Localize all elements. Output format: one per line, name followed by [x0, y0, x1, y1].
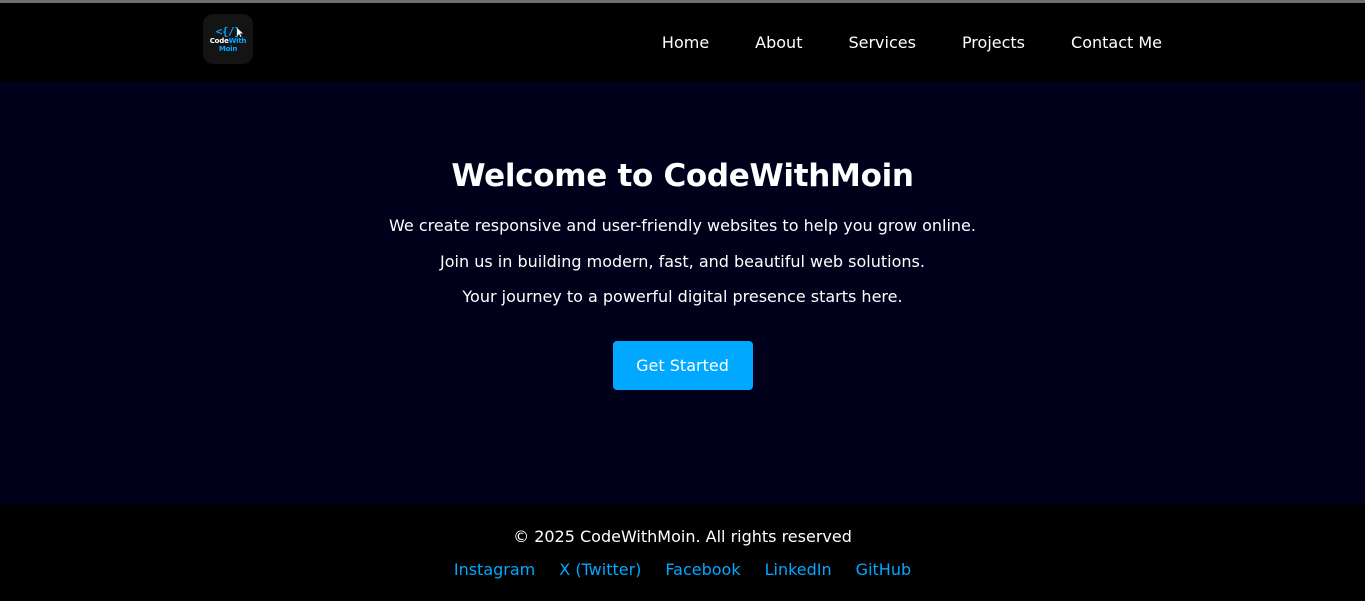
copyright-text: © 2025 CodeWithMoin. All rights reserved — [513, 527, 852, 546]
logo-text: CodeWith Moin — [209, 36, 247, 53]
site-footer: © 2025 CodeWithMoin. All rights reserved… — [0, 505, 1365, 601]
nav-services-link[interactable]: Services — [848, 33, 915, 52]
get-started-button[interactable]: Get Started — [612, 341, 753, 390]
nav-contact-link[interactable]: Contact Me — [1071, 33, 1162, 52]
nav-about-link[interactable]: About — [755, 33, 802, 52]
site-header: <{/} CodeWith Moin Home About Services P… — [0, 3, 1365, 82]
site-logo[interactable]: <{/} CodeWith Moin — [203, 14, 253, 64]
hero-title: Welcome to CodeWithMoin — [451, 158, 914, 194]
instagram-link[interactable]: Instagram — [454, 560, 535, 580]
main-nav: Home About Services Projects Contact Me — [662, 3, 1162, 82]
nav-home-link[interactable]: Home — [662, 33, 709, 52]
social-links: Instagram X (Twitter) Facebook LinkedIn … — [454, 560, 911, 580]
linkedin-link[interactable]: LinkedIn — [765, 560, 832, 580]
facebook-link[interactable]: Facebook — [665, 560, 740, 580]
hero-text-line: Your journey to a powerful digital prese… — [462, 287, 903, 306]
nav-projects-link[interactable]: Projects — [962, 33, 1025, 52]
cursor-icon — [237, 28, 243, 37]
twitter-link[interactable]: X (Twitter) — [559, 560, 641, 580]
hero-section: Welcome to CodeWithMoin We create respon… — [0, 82, 1365, 505]
github-link[interactable]: GitHub — [856, 560, 911, 580]
hero-text-line: We create responsive and user-friendly w… — [389, 216, 976, 235]
hero-text-line: Join us in building modern, fast, and be… — [440, 252, 925, 271]
